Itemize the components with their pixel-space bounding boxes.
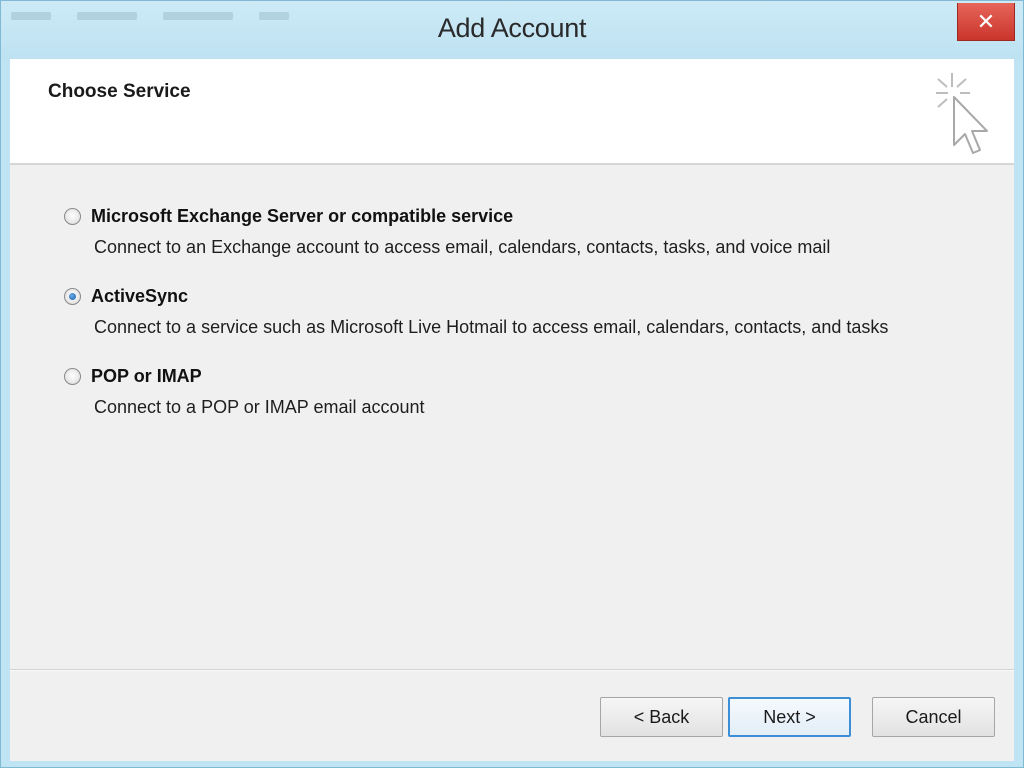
radio-activesync[interactable] — [64, 287, 81, 305]
close-button[interactable]: ✕ — [957, 3, 1015, 41]
back-button[interactable]: < Back — [600, 697, 723, 737]
cursor-sparkle-icon — [936, 73, 988, 154]
service-options: Microsoft Exchange Server or compatible … — [64, 199, 984, 439]
dialog-content: Choose Service Microsoft Exchange Server… — [10, 59, 1014, 761]
add-account-window: Add Account ✕ Choose Service Microsoft E… — [0, 0, 1024, 768]
option-label[interactable]: POP or IMAP — [91, 366, 202, 387]
next-button[interactable]: Next > — [728, 697, 851, 737]
option-exchange[interactable]: Microsoft Exchange Server or compatible … — [64, 199, 984, 279]
title-bar[interactable]: Add Account ✕ — [1, 1, 1023, 59]
option-description: Connect to a POP or IMAP email account — [94, 397, 425, 417]
option-label[interactable]: ActiveSync — [91, 286, 188, 307]
option-description: Connect to an Exchange account to access… — [94, 237, 831, 257]
window-title: Add Account — [437, 13, 587, 43]
radio-exchange[interactable] — [64, 207, 81, 225]
cancel-button[interactable]: Cancel — [872, 697, 995, 737]
close-icon: ✕ — [976, 8, 996, 34]
option-label[interactable]: Microsoft Exchange Server or compatible … — [91, 206, 513, 227]
radio-pop-imap[interactable] — [64, 367, 81, 385]
option-pop-imap[interactable]: POP or IMAP Connect to a POP or IMAP ema… — [64, 359, 984, 439]
page-title: Choose Service — [48, 81, 191, 102]
option-activesync[interactable]: ActiveSync Connect to a service such as … — [64, 279, 984, 359]
option-description: Connect to a service such as Microsoft L… — [94, 317, 889, 337]
header-band: Choose Service — [10, 59, 1014, 165]
footer-divider — [10, 669, 1014, 671]
